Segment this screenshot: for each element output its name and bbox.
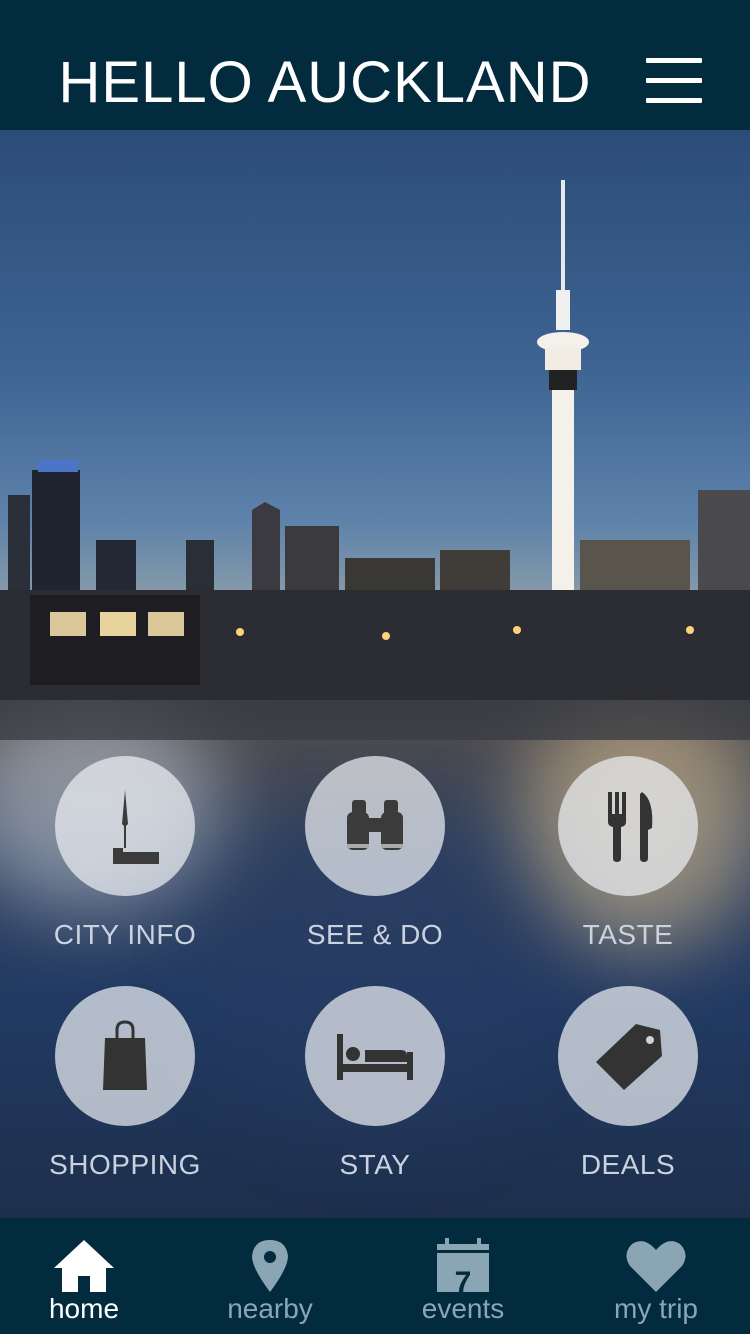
tile-label: SHOPPING [49,1149,201,1180]
tile-label: SEE & DO [306,919,444,950]
tab-events[interactable]: 7 events [369,1218,557,1334]
price-tag-icon [596,1024,662,1090]
tile-deals[interactable]: DEALS [503,986,750,1182]
tile-circle [558,986,698,1126]
tile-circle [55,756,195,896]
map-pin-icon [252,1240,288,1292]
tile-taste[interactable]: TASTE [503,756,750,952]
tab-label: events [421,1293,505,1324]
binoculars-icon [347,800,403,850]
tab-label: nearby [227,1293,313,1324]
app-header: HELLO AUCKLAND [0,0,750,130]
tab-label: home [48,1293,120,1324]
tile-label: CITY INFO [53,919,197,950]
fork-knife-icon [608,792,653,862]
tile-city-info[interactable]: CITY INFO [0,756,250,952]
tab-label: my trip [614,1293,698,1324]
hamburger-menu-icon[interactable] [646,58,702,108]
sky-tower-icon [113,790,159,864]
shopping-bag-icon [103,1020,147,1090]
tile-circle [305,756,445,896]
category-grid: CITY INFO SEE & DO TASTE SHOPPING STAY D… [0,130,750,1218]
tile-circle [55,986,195,1126]
tile-see-and-do[interactable]: SEE & DO [250,756,500,952]
tile-stay[interactable]: STAY [250,986,500,1182]
tile-shopping[interactable]: SHOPPING [0,986,250,1182]
app-title: HELLO AUCKLAND [58,50,592,115]
tile-circle [305,986,445,1126]
tile-label: DEALS [580,1149,676,1180]
tile-label: STAY [339,1149,411,1180]
heart-icon [626,1241,686,1292]
tile-circle [558,756,698,896]
bed-icon [337,1034,413,1080]
home-icon [54,1240,114,1292]
tab-home[interactable]: home [0,1218,178,1334]
tab-my-trip[interactable]: my trip [562,1218,750,1334]
tab-nearby[interactable]: nearby [176,1218,364,1334]
tile-label: TASTE [582,919,674,950]
bottom-tab-bar: home nearby 7 events my trip [0,1218,750,1334]
